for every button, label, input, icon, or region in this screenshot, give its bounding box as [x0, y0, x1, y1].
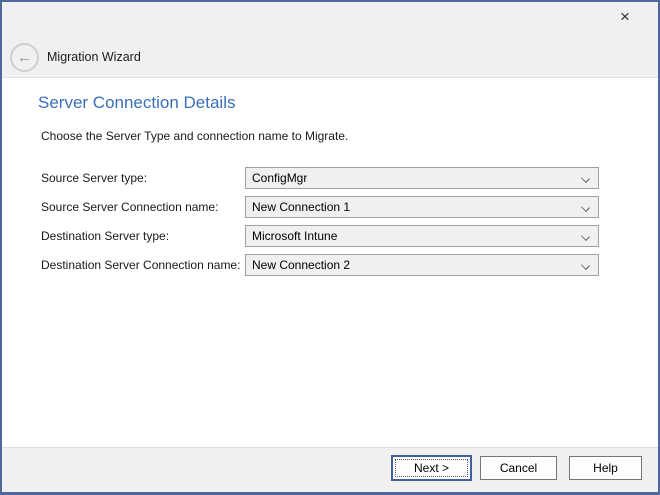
source-connection-name-label: Source Server Connection name: [41, 200, 218, 214]
help-button[interactable]: Help [569, 456, 642, 480]
page-title: Server Connection Details [38, 93, 235, 113]
form-row-destination-connection-name: Destination Server Connection name: New … [2, 254, 658, 276]
back-arrow-icon: ← [17, 50, 32, 65]
dropdown-selected-value: Microsoft Intune [246, 229, 337, 243]
form-row-destination-server-type: Destination Server type: Microsoft Intun… [2, 225, 658, 247]
close-icon: × [620, 7, 630, 27]
next-button-label: Next > [414, 461, 449, 475]
dropdown-selected-value: ConfigMgr [246, 171, 307, 185]
destination-server-type-label: Destination Server type: [41, 229, 169, 243]
destination-server-type-dropdown[interactable]: Microsoft Intune [245, 225, 599, 247]
source-connection-name-dropdown[interactable]: New Connection 1 [245, 196, 599, 218]
back-button[interactable]: ← [10, 43, 39, 72]
help-button-label: Help [593, 461, 618, 475]
migration-wizard-window: × ← Migration Wizard Server Connection D… [0, 0, 660, 495]
chevron-down-icon [582, 233, 590, 241]
cancel-button[interactable]: Cancel [480, 456, 557, 480]
page-description: Choose the Server Type and connection na… [41, 129, 348, 143]
destination-connection-name-dropdown[interactable]: New Connection 2 [245, 254, 599, 276]
source-server-type-dropdown[interactable]: ConfigMgr [245, 167, 599, 189]
chevron-down-icon [582, 262, 590, 270]
dropdown-selected-value: New Connection 2 [246, 258, 350, 272]
wizard-footer: Next > Cancel Help [2, 447, 658, 492]
close-button[interactable]: × [608, 4, 642, 30]
chevron-down-icon [582, 175, 590, 183]
wizard-title: Migration Wizard [47, 50, 141, 64]
form-row-source-connection-name: Source Server Connection name: New Conne… [2, 196, 658, 218]
destination-connection-name-label: Destination Server Connection name: [41, 258, 240, 272]
cancel-button-label: Cancel [500, 461, 537, 475]
source-server-type-label: Source Server type: [41, 171, 147, 185]
wizard-header: × ← Migration Wizard [2, 2, 658, 78]
next-button[interactable]: Next > [391, 455, 472, 481]
form-row-source-server-type: Source Server type: ConfigMgr [2, 167, 658, 189]
dropdown-selected-value: New Connection 1 [246, 200, 350, 214]
wizard-page-content: Server Connection Details Choose the Ser… [2, 79, 658, 445]
chevron-down-icon [582, 204, 590, 212]
